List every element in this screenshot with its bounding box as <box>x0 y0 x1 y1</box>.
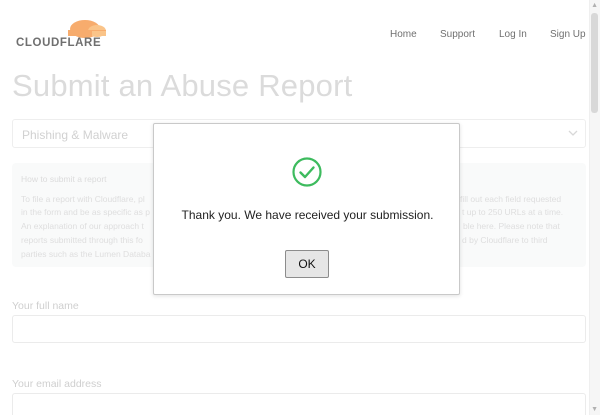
confirmation-dialog: Thank you. We have received your submiss… <box>153 123 460 295</box>
check-circle-icon <box>292 157 322 187</box>
dialog-message: Thank you. We have received your submiss… <box>181 208 434 222</box>
ok-button[interactable]: OK <box>285 250 329 278</box>
